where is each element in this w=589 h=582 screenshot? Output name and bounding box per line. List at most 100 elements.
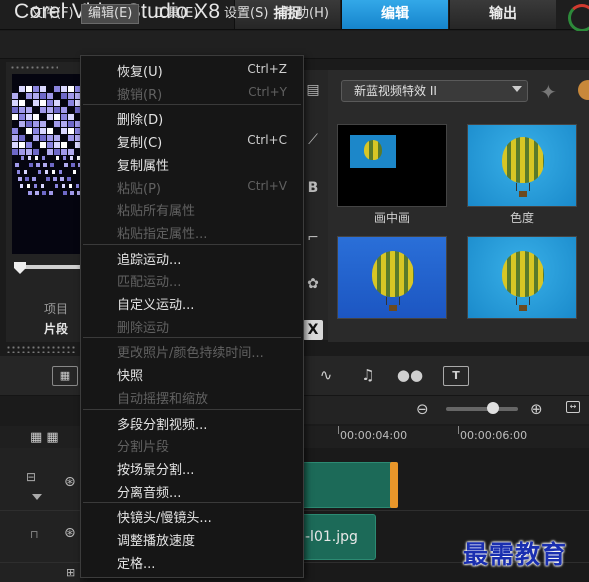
preview-tile	[40, 107, 46, 113]
overlay-track-icon[interactable]: ⊛	[64, 525, 76, 541]
menu-separator	[83, 243, 301, 245]
edit-menu-item[interactable]: 调整播放速度	[81, 527, 303, 550]
edit-menu-item[interactable]: 多段分割视频...	[81, 411, 303, 434]
title-icon[interactable]: B	[303, 178, 323, 198]
preview-tile	[70, 191, 74, 195]
subtitle-icon[interactable]: T	[443, 366, 469, 386]
preview-window[interactable]	[12, 74, 82, 254]
video-clip[interactable]	[294, 462, 396, 508]
lock-icon[interactable]: ⊓	[30, 528, 39, 541]
media-icon[interactable]: ▤	[303, 80, 323, 100]
tab-edit[interactable]: 编辑	[341, 0, 448, 29]
preview-tile	[42, 191, 46, 195]
menu-edit[interactable]: 编辑(E)	[81, 4, 140, 24]
preview-tile	[12, 107, 18, 113]
timeline-grip[interactable]	[6, 345, 76, 353]
preview-tile	[26, 86, 32, 92]
panel-grip[interactable]	[10, 65, 58, 71]
menu-item-shortcut: Ctrl+Y	[248, 84, 287, 99]
preview-tile	[12, 93, 18, 99]
edit-menu-item[interactable]: 复制(C) Ctrl+C	[81, 129, 303, 152]
zoom-controls	[300, 396, 589, 424]
menu-item-label: 分割片段	[117, 440, 170, 456]
preview-tile	[33, 114, 39, 120]
graphic-icon[interactable]: ⌐	[303, 228, 323, 248]
preview-tile	[12, 135, 18, 141]
edit-menu-item[interactable]: 自定义运动...	[81, 291, 303, 314]
menu-tools[interactable]: 工具(E)	[148, 4, 204, 24]
menu-item-shortcut: Ctrl+V	[247, 178, 287, 193]
chevron-down-icon[interactable]	[512, 86, 522, 92]
effect-thumbnail-chroma[interactable]	[467, 124, 577, 207]
edit-menu-item[interactable]: 分离音频...	[81, 479, 303, 502]
balloon-image	[364, 140, 382, 160]
filter-icon[interactable]: ✿	[303, 274, 323, 294]
zoom-out-icon[interactable]: ⊖	[416, 400, 429, 418]
preview-tile	[54, 135, 60, 141]
preview-tile	[67, 177, 71, 181]
effect-thumbnail[interactable]	[467, 236, 577, 319]
filter-category-select[interactable]: 新蓝视频特效 II	[341, 80, 528, 102]
edit-menu-item[interactable]: 复制属性	[81, 152, 303, 175]
clip-trim-handle[interactable]	[390, 462, 398, 508]
menu-separator	[83, 408, 301, 410]
edit-menu-item[interactable]: 按场景分割...	[81, 456, 303, 479]
effect-thumbnail-pip[interactable]	[337, 124, 447, 207]
balloon-basket	[389, 305, 397, 311]
preview-tile	[54, 121, 60, 127]
edit-menu-item[interactable]: 恢复(U) Ctrl+Z	[81, 58, 303, 81]
music-icon[interactable]: ♫	[354, 366, 382, 386]
title-track-icon[interactable]: ⊞	[66, 566, 75, 579]
corel-logo-icon[interactable]	[568, 4, 589, 32]
track-manager-icon[interactable]: ●●	[395, 366, 425, 386]
zoom-slider[interactable]	[446, 407, 518, 411]
effect-thumbnail[interactable]	[337, 236, 447, 319]
edit-menu-item: 删除运动	[81, 314, 303, 337]
preview-tile	[33, 93, 39, 99]
menu-item-label: 自动摇摆和缩放	[117, 391, 209, 407]
preview-tile	[40, 100, 46, 106]
add-star-icon[interactable]: ✦	[540, 80, 557, 104]
edit-menu-item[interactable]: 追踪运动...	[81, 246, 303, 269]
menu-item-label: 快镜头/慢镜头...	[117, 511, 212, 527]
video-track-icon[interactable]: ⊛	[64, 474, 76, 490]
audio-waveform-icon[interactable]: ∿	[312, 366, 340, 386]
menu-settings[interactable]: 设置(S)	[218, 4, 274, 24]
zoom-in-icon[interactable]: ⊕	[530, 400, 543, 418]
edit-menu-item[interactable]: 快镜头/慢镜头...	[81, 504, 303, 527]
collapse-track-icon[interactable]	[32, 494, 42, 500]
storyboard-view-icon[interactable]: ▦	[52, 366, 78, 386]
preview-tile	[40, 142, 46, 148]
pip-inset	[350, 135, 396, 168]
preview-tile	[40, 184, 45, 188]
mode-project[interactable]: 项目	[44, 300, 68, 317]
transition-icon[interactable]: ⟋	[303, 130, 323, 150]
edit-menu-item: 粘贴指定属性...	[81, 220, 303, 243]
preview-tile	[29, 163, 33, 167]
preview-tile	[26, 184, 31, 188]
lock-icon[interactable]: ⊟	[26, 470, 36, 484]
tab-share[interactable]: 输出	[449, 0, 556, 29]
edit-menu-item[interactable]: 删除(D)	[81, 106, 303, 129]
mode-clip[interactable]: 片段	[44, 320, 68, 337]
preview-tile	[58, 170, 63, 174]
edit-menu-item[interactable]: 定格...	[81, 550, 303, 573]
watermark: 最需教育	[463, 540, 568, 569]
fit-project-icon[interactable]: ↔	[566, 401, 580, 413]
preview-tile	[43, 163, 47, 167]
fx-icon[interactable]: X	[303, 320, 323, 340]
edit-menu-item[interactable]: 快照	[81, 362, 303, 385]
menu-file[interactable]: 文件(F)	[24, 4, 80, 24]
preview-tile	[33, 121, 39, 127]
preview-tile	[33, 184, 38, 188]
ruler-tick	[458, 426, 459, 434]
ruler-label: 00:00:04:00	[340, 429, 408, 442]
preview-tile	[19, 135, 25, 141]
preview-tile	[33, 86, 39, 92]
preview-tile	[46, 177, 50, 181]
track-view-icon[interactable]: ▦ ▦	[30, 430, 59, 445]
zoom-slider-handle[interactable]	[487, 402, 499, 414]
menu-help[interactable]: 帮助(H)	[277, 4, 335, 24]
overlay-clip[interactable]: -l01.jpg	[294, 514, 376, 560]
preview-tile	[26, 149, 32, 155]
